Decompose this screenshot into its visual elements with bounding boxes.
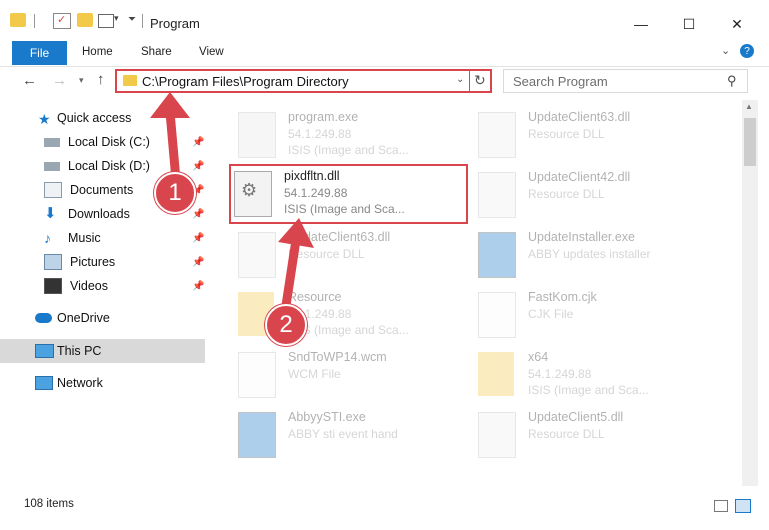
details-view-icon[interactable] <box>714 500 728 512</box>
arrow-2-line <box>280 235 301 317</box>
status-item-count: 108 items <box>24 498 74 510</box>
annotation-arrows <box>150 92 314 317</box>
arrow-1-head <box>150 92 190 118</box>
step-badge-2: 2 <box>265 304 307 346</box>
step-badge-1: 1 <box>154 172 196 214</box>
arrow-1-line <box>165 107 181 185</box>
arrow-2-head <box>278 218 314 248</box>
tiles-view-icon[interactable] <box>735 499 751 513</box>
